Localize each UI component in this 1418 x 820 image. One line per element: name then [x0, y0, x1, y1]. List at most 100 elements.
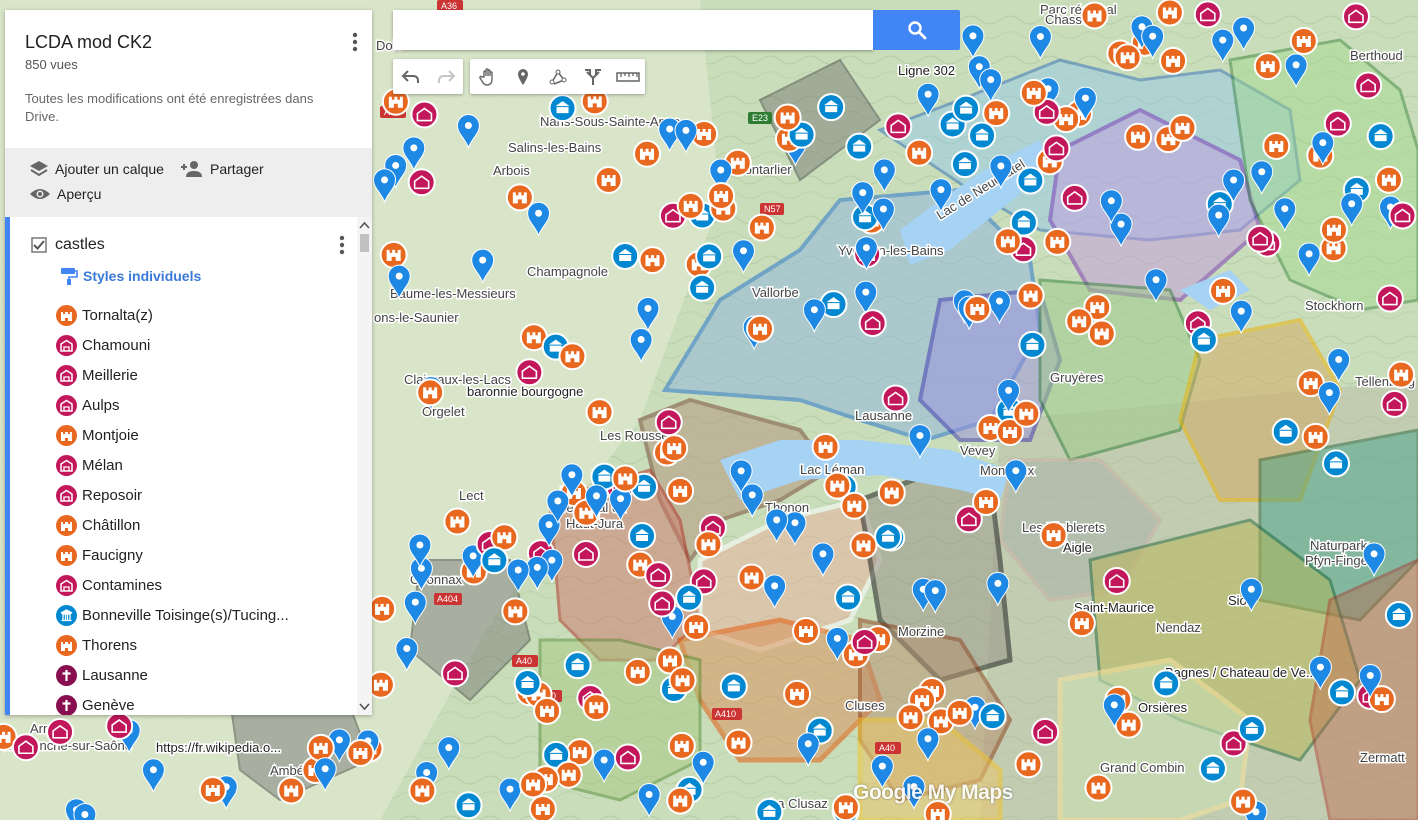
castle-marker[interactable] — [1253, 52, 1282, 81]
castle-marker[interactable] — [1301, 422, 1330, 451]
layer-item[interactable]: Montjoie — [5, 421, 357, 451]
mansion-marker[interactable] — [571, 539, 600, 568]
museum-marker[interactable] — [480, 546, 509, 575]
layer-scrollbar[interactable] — [357, 217, 372, 715]
castle-marker[interactable] — [1016, 281, 1045, 310]
castle-marker[interactable] — [416, 378, 445, 407]
castle-marker[interactable] — [368, 594, 397, 623]
castle-marker[interactable] — [1113, 43, 1142, 72]
castle-marker[interactable] — [1124, 122, 1153, 151]
castle-marker[interactable] — [554, 760, 583, 789]
castle-marker[interactable] — [623, 657, 652, 686]
castle-marker[interactable] — [277, 776, 306, 805]
castle-marker[interactable] — [1209, 276, 1238, 305]
measure-button[interactable] — [610, 59, 645, 94]
museum-marker[interactable] — [454, 791, 483, 820]
museum-marker[interactable] — [1366, 122, 1395, 151]
undo-button[interactable] — [393, 59, 428, 94]
castle-marker[interactable] — [682, 612, 711, 641]
castle-marker[interactable] — [1262, 131, 1291, 160]
museum-marker[interactable] — [611, 241, 640, 270]
castle-marker[interactable] — [823, 471, 852, 500]
museum-marker[interactable] — [952, 94, 981, 123]
map-title[interactable]: LCDA mod CK2 — [25, 32, 152, 53]
castle-marker[interactable] — [849, 531, 878, 560]
museum-marker[interactable] — [628, 522, 657, 551]
castle-marker[interactable] — [660, 434, 689, 463]
share-button[interactable]: Partager — [180, 160, 264, 178]
museum-marker[interactable] — [563, 651, 592, 680]
castle-marker[interactable] — [408, 776, 437, 805]
castle-marker[interactable] — [1039, 521, 1068, 550]
mansion-marker[interactable] — [1060, 183, 1089, 212]
castle-marker[interactable] — [1043, 227, 1072, 256]
redo-button[interactable] — [428, 59, 463, 94]
castle-marker[interactable] — [519, 770, 548, 799]
layer-visibility-checkbox[interactable] — [31, 237, 47, 258]
castle-marker[interactable] — [666, 786, 695, 815]
layer-item[interactable]: Châtillon — [5, 511, 357, 541]
castle-marker[interactable] — [594, 166, 623, 195]
museum-marker[interactable] — [1152, 669, 1181, 698]
castle-marker[interactable] — [582, 693, 611, 722]
layer-item[interactable]: Chamouni — [5, 331, 357, 361]
museum-marker[interactable] — [695, 242, 724, 271]
mansion-marker[interactable] — [1388, 201, 1417, 230]
castle-marker[interactable] — [1084, 773, 1113, 802]
castle-marker[interactable] — [501, 597, 530, 626]
mansion-marker[interactable] — [613, 743, 642, 772]
museum-marker[interactable] — [1322, 449, 1351, 478]
castle-marker[interactable] — [737, 563, 766, 592]
mansion-marker[interactable] — [1375, 284, 1404, 313]
museum-marker[interactable] — [1198, 754, 1227, 783]
castle-marker[interactable] — [1374, 165, 1403, 194]
castle-marker[interactable] — [993, 227, 1022, 256]
castle-marker[interactable] — [667, 731, 696, 760]
castle-marker[interactable] — [1080, 1, 1109, 30]
castle-marker[interactable] — [1289, 27, 1318, 56]
layer-item[interactable]: Faucigny — [5, 541, 357, 571]
mansion-marker[interactable] — [1246, 224, 1275, 253]
castle-marker[interactable] — [666, 476, 695, 505]
add-marker-button[interactable] — [505, 59, 540, 94]
mansion-marker[interactable] — [644, 561, 673, 590]
mansion-marker[interactable] — [105, 712, 134, 741]
castle-marker[interactable] — [1012, 399, 1041, 428]
layer-item[interactable]: Reposoir — [5, 481, 357, 511]
museum-marker[interactable] — [675, 583, 704, 612]
museum-marker[interactable] — [1189, 325, 1218, 354]
add-directions-button[interactable] — [575, 59, 610, 94]
mansion-marker[interactable] — [1354, 71, 1383, 100]
castle-marker[interactable] — [1067, 609, 1096, 638]
castle-marker[interactable] — [505, 183, 534, 212]
layer-item[interactable]: Thorens — [5, 631, 357, 661]
castle-marker[interactable] — [1087, 319, 1116, 348]
layer-item[interactable]: Tornalta(z) — [5, 301, 357, 331]
mansion-marker[interactable] — [1031, 717, 1060, 746]
castle-marker[interactable] — [1319, 215, 1348, 244]
museum-marker[interactable] — [978, 702, 1007, 731]
museum-marker[interactable] — [845, 132, 874, 161]
scroll-thumb[interactable] — [360, 234, 369, 252]
castle-marker[interactable] — [346, 738, 375, 767]
castle-marker[interactable] — [707, 182, 736, 211]
castle-marker[interactable] — [1229, 787, 1258, 816]
layer-name[interactable]: castles — [55, 236, 105, 254]
castle-marker[interactable] — [1014, 750, 1043, 779]
museum-marker[interactable] — [719, 672, 748, 701]
museum-marker[interactable] — [834, 583, 863, 612]
castle-marker[interactable] — [972, 488, 1001, 517]
layer-item[interactable]: Contamines — [5, 571, 357, 601]
museum-marker[interactable] — [1016, 166, 1045, 195]
castle-marker[interactable] — [747, 213, 776, 242]
museum-marker[interactable] — [688, 273, 717, 302]
search-box[interactable] — [393, 10, 873, 50]
castle-marker[interactable] — [1019, 78, 1048, 107]
layer-menu-button[interactable] — [339, 235, 345, 260]
panel-menu-button[interactable] — [352, 32, 358, 57]
castle-marker[interactable] — [638, 246, 667, 275]
museum-marker[interactable] — [755, 797, 784, 820]
castle-marker[interactable] — [1387, 360, 1416, 389]
individual-styles-link[interactable]: Styles individuels — [59, 266, 201, 286]
castle-marker[interactable] — [963, 294, 992, 323]
